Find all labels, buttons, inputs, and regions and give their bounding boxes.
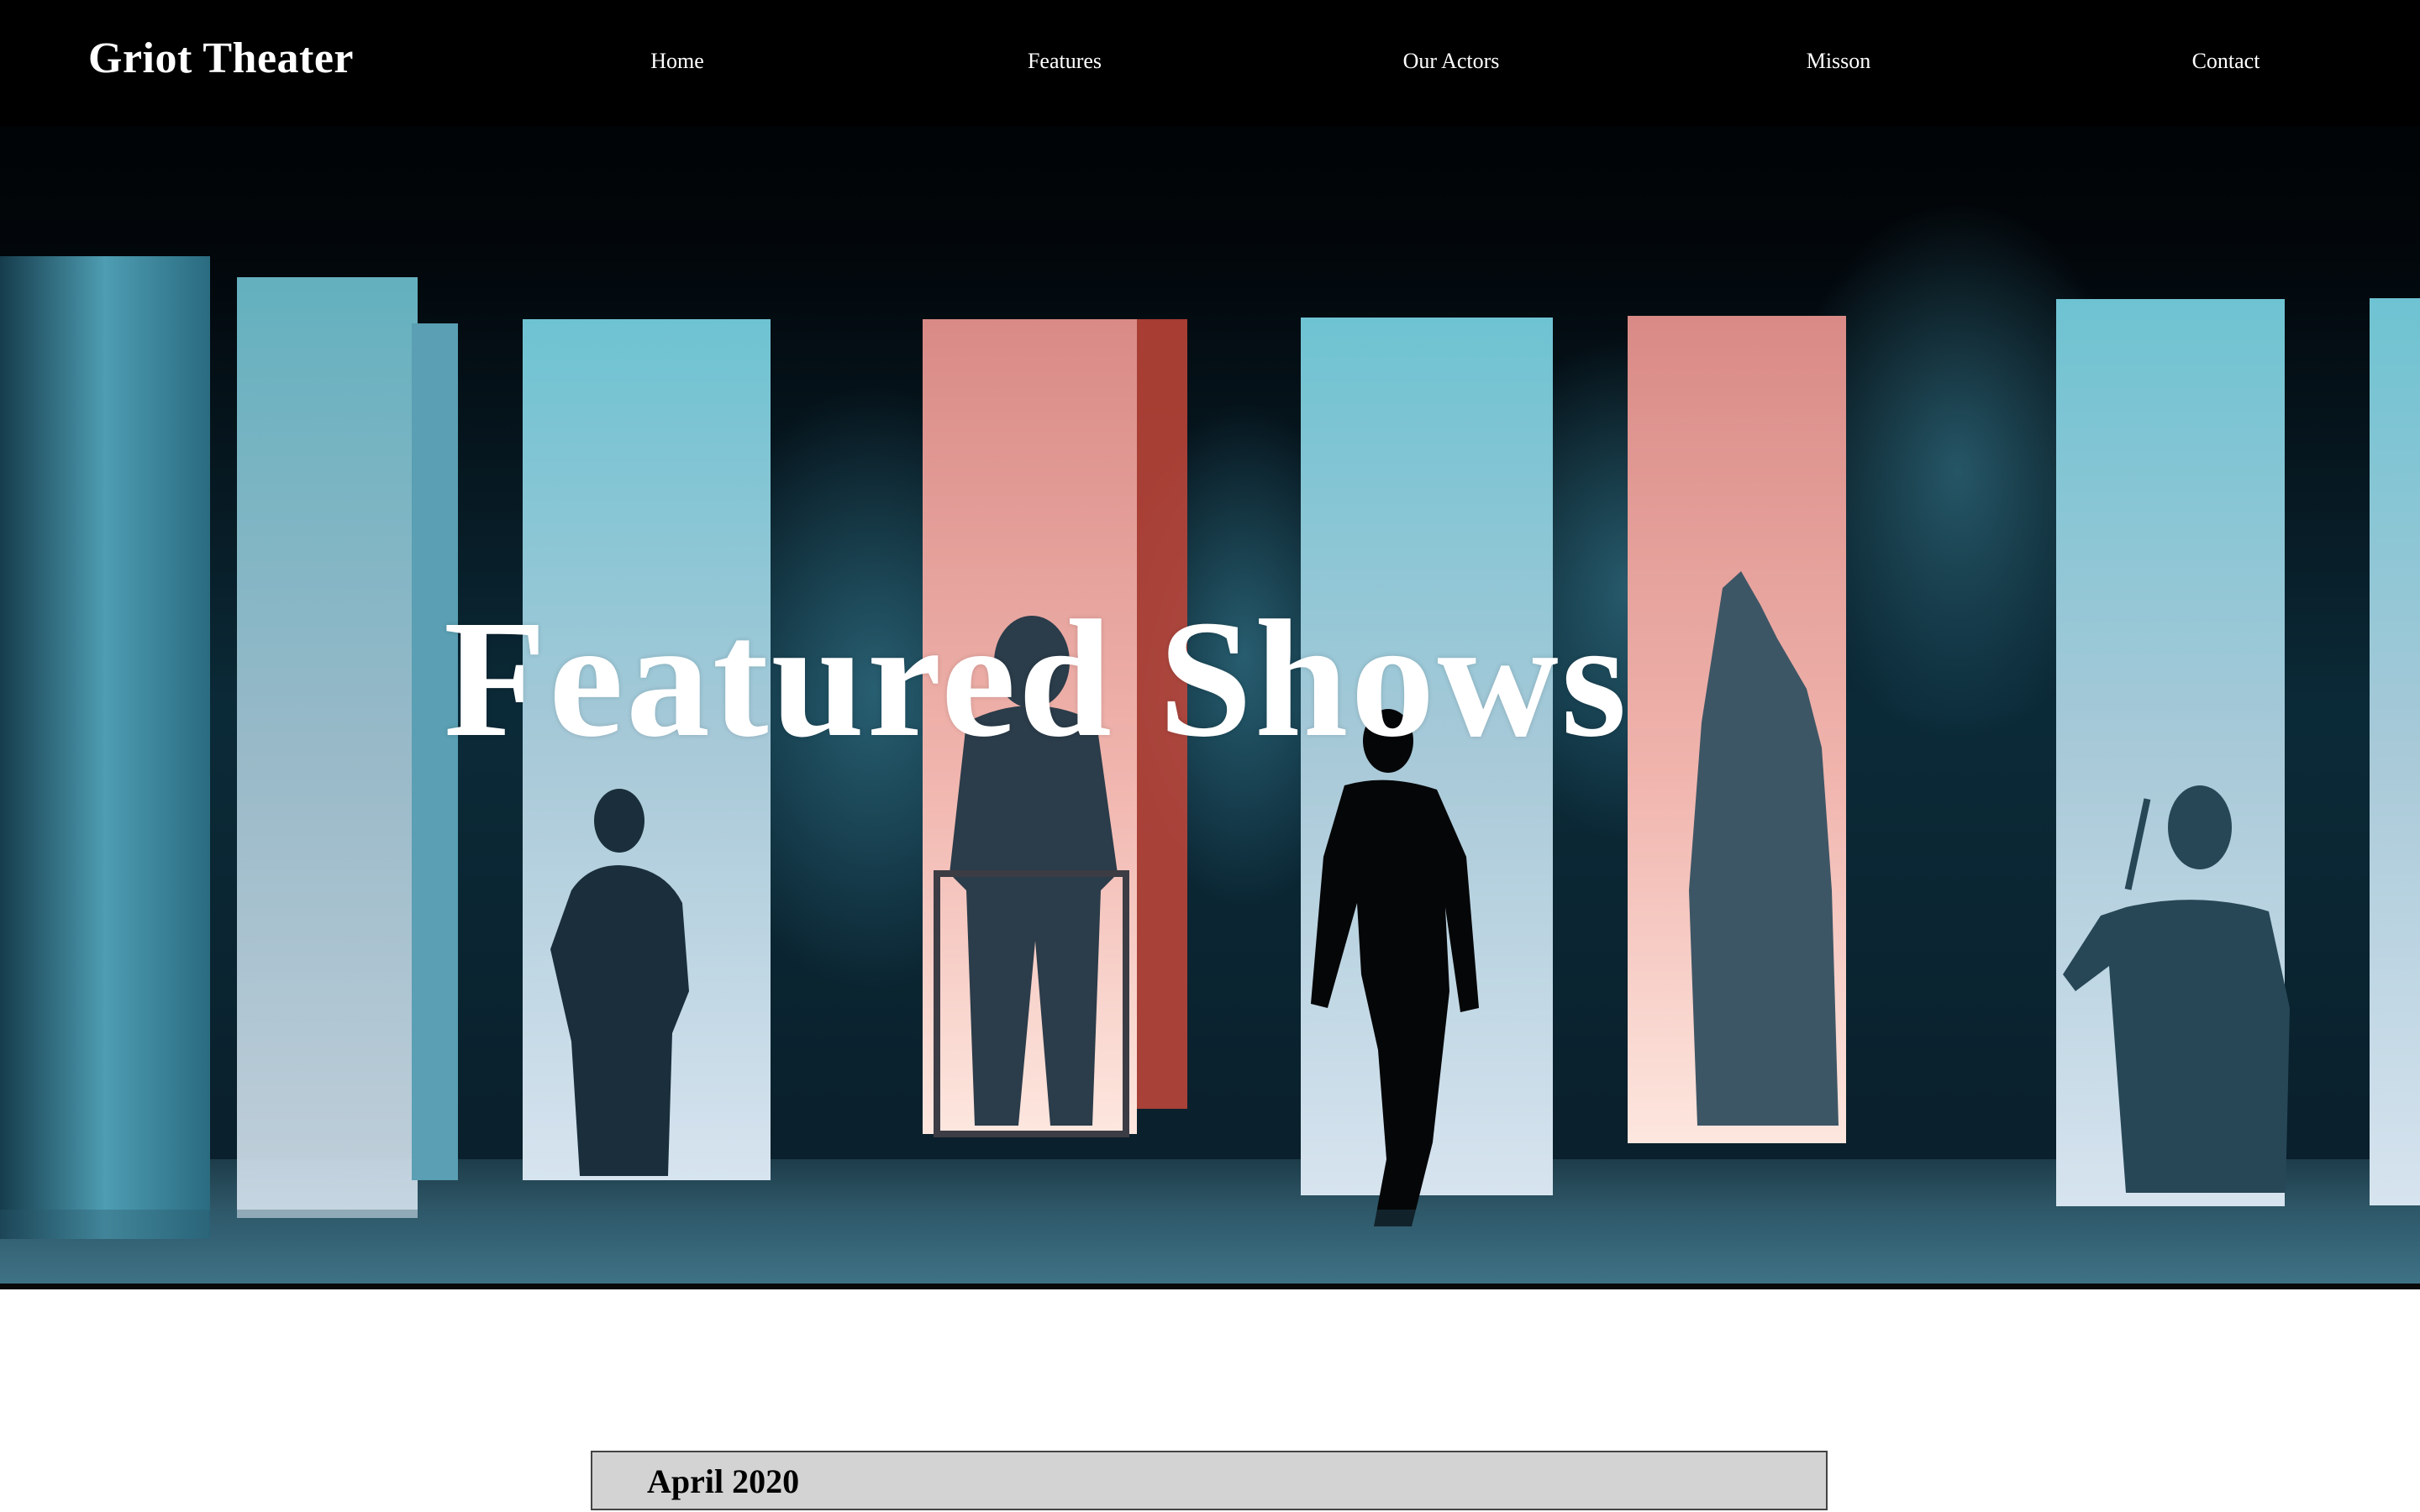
hero-divider xyxy=(0,1284,2420,1289)
nav-link-our-actors[interactable]: Our Actors xyxy=(1403,45,1500,78)
hero-section: Featured Shows xyxy=(0,0,2420,1289)
nav-link-home[interactable]: Home xyxy=(650,45,704,78)
hero-title: Featured Shows xyxy=(444,586,1629,772)
month-label: April 2020 xyxy=(647,1462,800,1500)
nav-link-mission[interactable]: Misson xyxy=(1807,45,1871,78)
main-nav: Home Features Our Actors Misson Contact xyxy=(0,0,2420,126)
page: Featured Shows Griot Theater Home Featur… xyxy=(0,0,2420,1512)
nav-link-features[interactable]: Features xyxy=(1028,45,1102,78)
month-banner: April 2020 xyxy=(591,1451,1828,1510)
nav-link-contact[interactable]: Contact xyxy=(2192,45,2260,78)
site-header: Griot Theater Home Features Our Actors M… xyxy=(0,0,2420,126)
